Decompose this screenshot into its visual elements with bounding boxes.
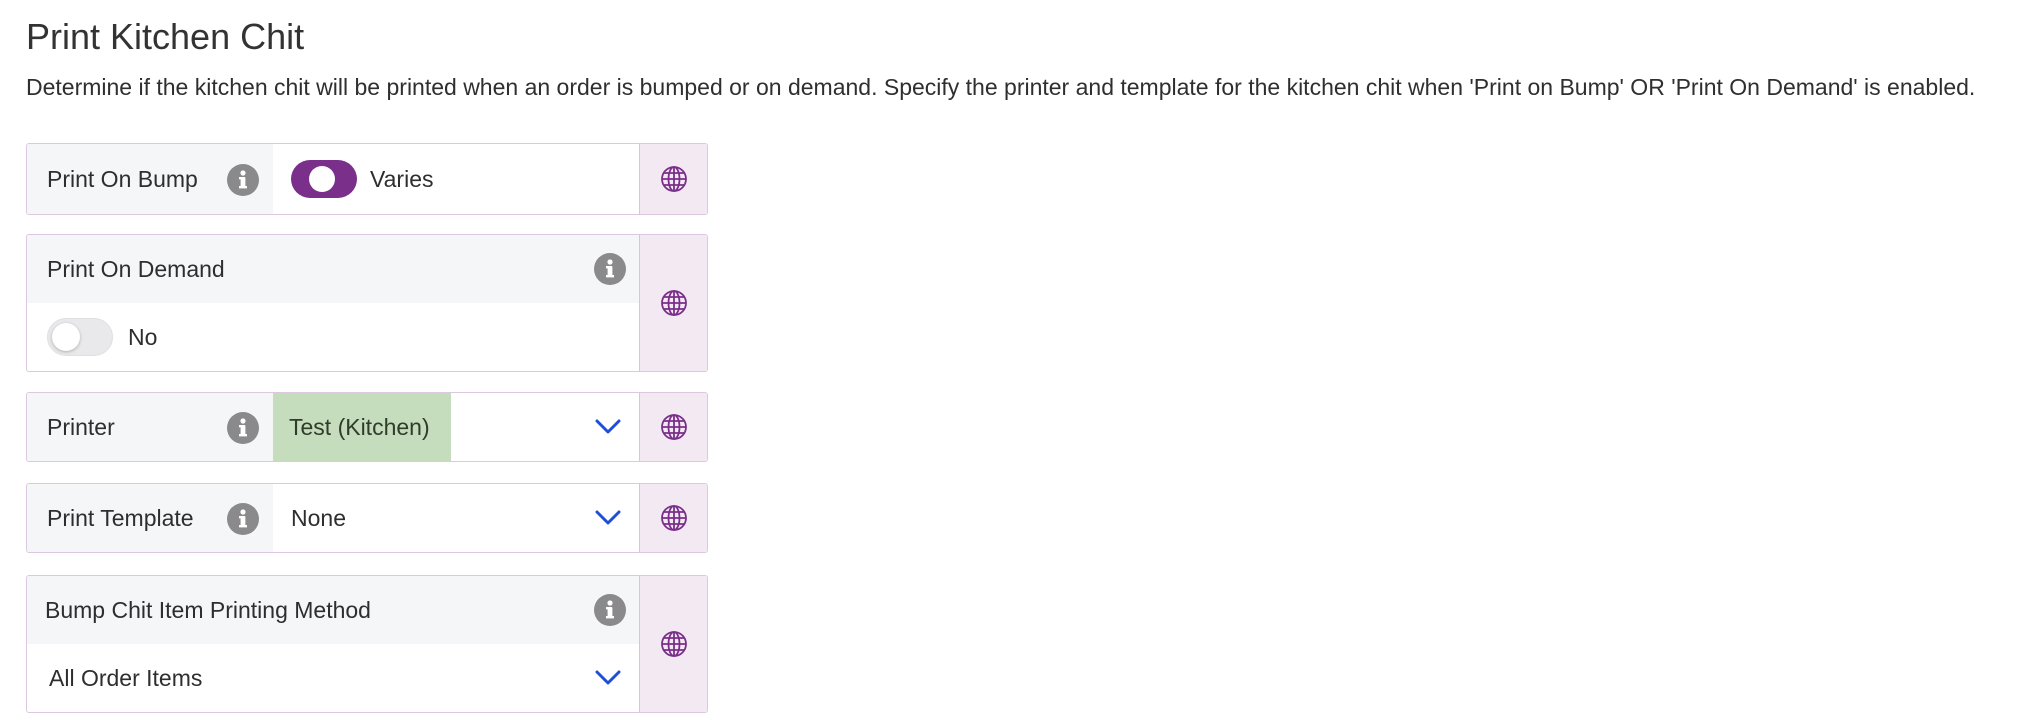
print-on-demand-label: Print On Demand [47, 255, 225, 282]
printer-label: Printer [47, 413, 115, 440]
print-template-selected-text: None [291, 504, 346, 531]
info-icon[interactable] [594, 253, 626, 285]
info-icon[interactable] [227, 164, 259, 196]
chevron-down-icon [595, 419, 621, 434]
bump-chit-method-select[interactable]: All Order Items [27, 644, 639, 712]
bump-chit-method-selected-text: All Order Items [49, 664, 203, 691]
chevron-down-icon [595, 670, 621, 685]
print-on-demand-state: No [128, 323, 158, 350]
print-on-bump-value: Varies [273, 144, 639, 214]
print-template-globe-button[interactable] [639, 484, 707, 552]
print-template-label: Print Template [47, 504, 194, 531]
toggle-knob [309, 166, 335, 192]
bump-chit-method-label: Bump Chit Item Printing Method [45, 596, 371, 623]
print-on-bump-toggle[interactable] [291, 160, 357, 198]
bump-chit-method-globe-button[interactable] [639, 576, 707, 712]
printer-globe-button[interactable] [639, 393, 707, 461]
globe-icon [660, 414, 687, 440]
globe-icon [660, 631, 687, 657]
toggle-knob [52, 323, 80, 351]
bump-chit-method-setting: Bump Chit Item Printing Method All Order… [26, 575, 708, 713]
page-description: Determine if the kitchen chit will be pr… [26, 74, 1976, 100]
info-icon[interactable] [227, 503, 259, 535]
info-icon[interactable] [594, 594, 626, 626]
print-on-demand-value: No [27, 303, 639, 371]
printer-label-cell: Printer [27, 393, 273, 461]
info-icon[interactable] [227, 412, 259, 444]
globe-icon [660, 166, 687, 192]
print-template-setting: Print Template None [26, 483, 708, 553]
print-on-bump-setting: Print On Bump Varies [26, 143, 708, 215]
printer-selected-text: Test (Kitchen) [289, 413, 430, 440]
print-on-bump-label-cell: Print On Bump [27, 144, 273, 214]
print-on-bump-state: Varies [370, 165, 434, 192]
print-on-bump-label: Print On Bump [47, 165, 198, 192]
globe-icon [660, 505, 687, 531]
page-title: Print Kitchen Chit [26, 16, 305, 57]
print-template-label-cell: Print Template [27, 484, 273, 552]
globe-icon [660, 290, 687, 316]
print-on-demand-label-row: Print On Demand [27, 235, 639, 303]
printer-setting: Printer Test (Kitchen) [26, 392, 708, 462]
print-on-demand-toggle[interactable] [47, 318, 113, 356]
printer-selected-value: Test (Kitchen) [273, 393, 451, 461]
print-on-demand-globe-button[interactable] [639, 235, 707, 371]
printer-select[interactable]: Test (Kitchen) [273, 393, 639, 461]
chevron-down-icon [595, 510, 621, 525]
print-on-bump-globe-button[interactable] [639, 144, 707, 214]
bump-chit-method-label-row: Bump Chit Item Printing Method [27, 576, 639, 644]
print-on-demand-setting: Print On Demand No [26, 234, 708, 372]
print-template-select[interactable]: None [273, 484, 639, 552]
